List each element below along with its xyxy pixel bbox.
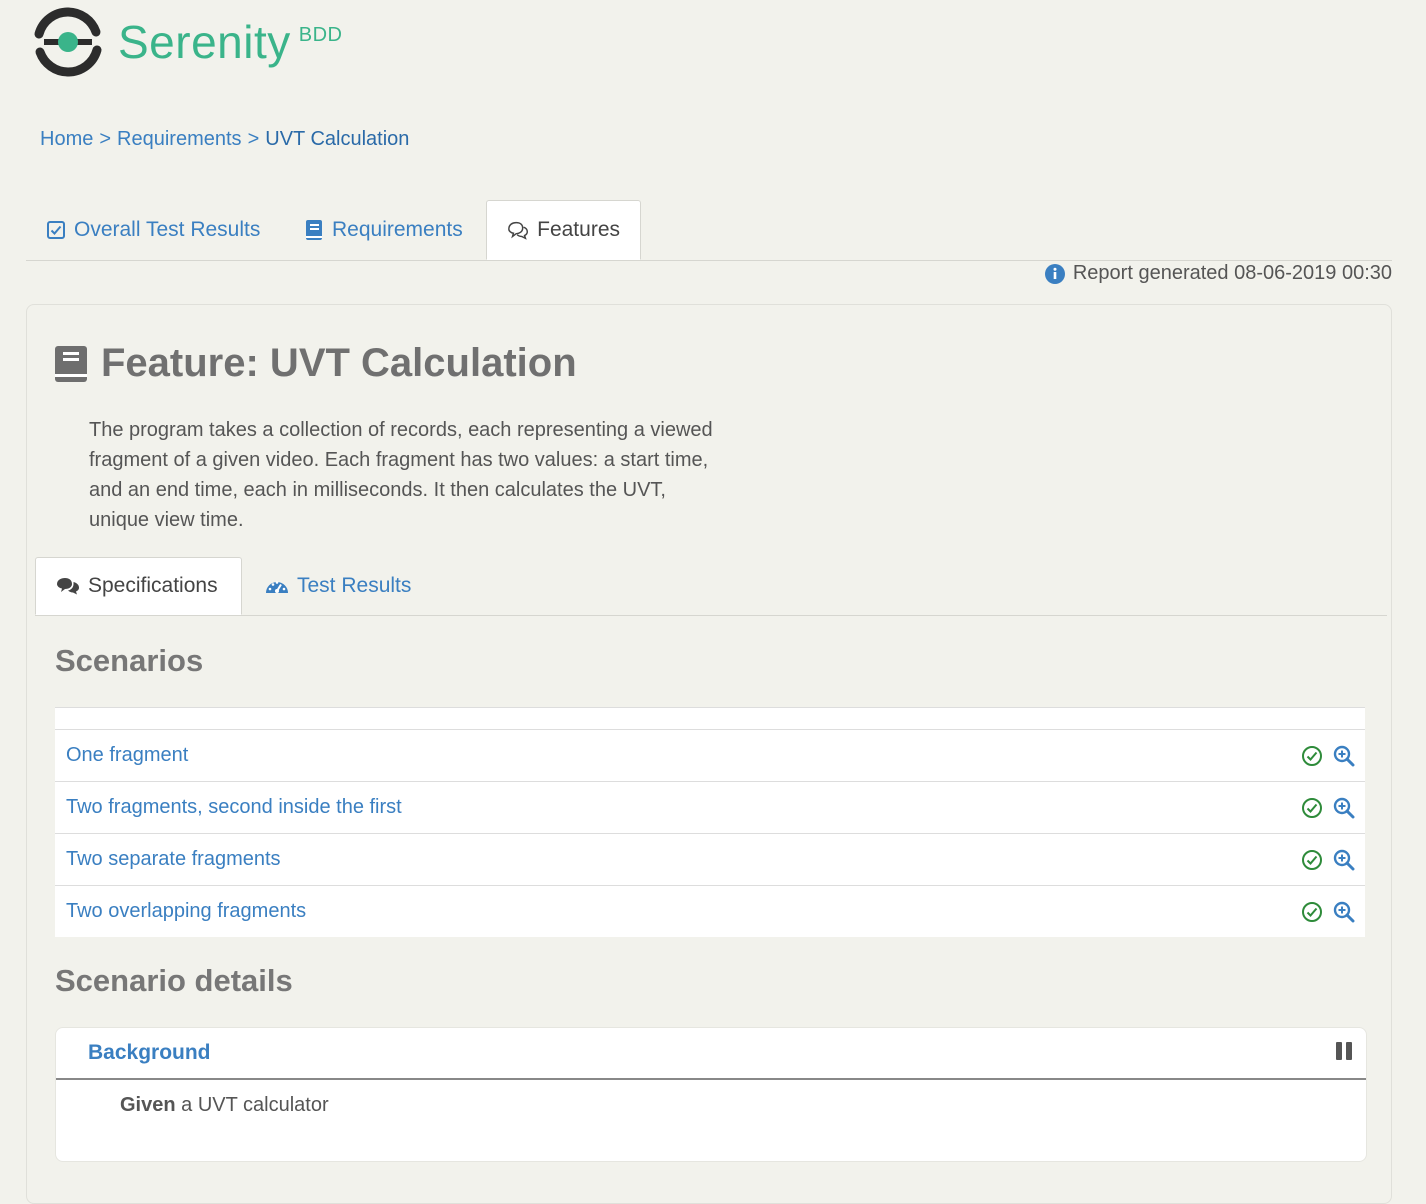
scenario-link[interactable]: One fragment [66,744,188,767]
tab-label: Test Results [297,574,412,597]
dashboard-icon [266,581,288,593]
feature-tabs: Specifications Test Results [35,557,1387,616]
tab-label: Requirements [332,218,463,241]
brand-name: Serenity [118,16,291,68]
background-title[interactable]: Background [88,1041,211,1065]
background-header: Background [56,1028,1366,1080]
table-row: Two separate fragments [55,834,1365,886]
breadcrumb-separator: > [247,128,260,150]
book-icon [55,345,87,382]
breadcrumb-separator: > [99,128,112,150]
feature-panel: Feature: UVT Calculation The program tak… [26,304,1392,1204]
tab-specifications[interactable]: Specifications [35,557,242,615]
tab-label: Specifications [88,574,218,597]
check-circle-icon [1301,797,1323,819]
tab-overall-test-results[interactable]: Overall Test Results [46,200,260,260]
breadcrumb-requirements[interactable]: Requirements [117,128,242,150]
table-row: One fragment [55,730,1365,782]
tab-label: Features [537,218,620,241]
report-generated-text: Report generated 08-06-2019 00:30 [1072,262,1392,284]
scenarios-heading: Scenarios [55,643,204,678]
row-actions [1291,745,1355,767]
feature-title: Feature: UVT Calculation [53,341,577,386]
breadcrumb-current[interactable]: UVT Calculation [265,128,409,150]
table-row: Two overlapping fragments [55,886,1365,937]
row-actions [1291,901,1355,923]
zoom-in-icon[interactable] [1333,849,1355,871]
row-actions [1291,849,1355,871]
step-text: a UVT calculator [181,1094,329,1116]
feature-title-text: Feature: UVT Calculation [101,341,577,385]
feature-description: The program takes a collection of record… [89,419,713,531]
comments-icon [57,578,79,595]
main-tabs: Overall Test Results Requirements Featur… [26,200,1392,261]
serenity-logo[interactable]: Serenity BDD [32,6,342,78]
check-circle-icon [1301,745,1323,767]
breadcrumb: Home > Requirements > UVT Calculation [40,128,409,151]
background-card: Background Given a UVT calculator [55,1027,1367,1162]
zoom-in-icon[interactable] [1333,797,1355,819]
pause-icon[interactable] [1334,1041,1354,1066]
tab-requirements[interactable]: Requirements [304,200,463,260]
step-keyword: Given [120,1094,176,1116]
table-header [55,707,1365,730]
serenity-logo-icon [34,7,102,77]
table-row: Two fragments, second inside the first [55,782,1365,834]
background-step: Given a UVT calculator [56,1080,1366,1117]
comments-icon [508,221,529,240]
book-icon [306,220,322,240]
scenarios-table: One fragment Two fragments, second insid… [55,707,1365,937]
scenario-link[interactable]: Two separate fragments [66,848,281,871]
tab-label: Overall Test Results [74,218,261,241]
report-generated: Report generated 08-06-2019 00:30 [1044,262,1392,285]
tab-test-results[interactable]: Test Results [265,557,411,615]
row-actions [1291,797,1355,819]
checkbox-icon [47,221,65,239]
info-icon [1044,263,1065,284]
scenario-link[interactable]: Two overlapping fragments [66,900,306,923]
scenario-link[interactable]: Two fragments, second inside the first [66,796,402,819]
scenario-details-heading: Scenario details [55,963,293,998]
check-circle-icon [1301,849,1323,871]
zoom-in-icon[interactable] [1333,901,1355,923]
zoom-in-icon[interactable] [1333,745,1355,767]
brand-suffix: BDD [298,24,343,46]
tab-features[interactable]: Features [486,200,641,260]
breadcrumb-home[interactable]: Home [40,128,93,150]
check-circle-icon [1301,901,1323,923]
